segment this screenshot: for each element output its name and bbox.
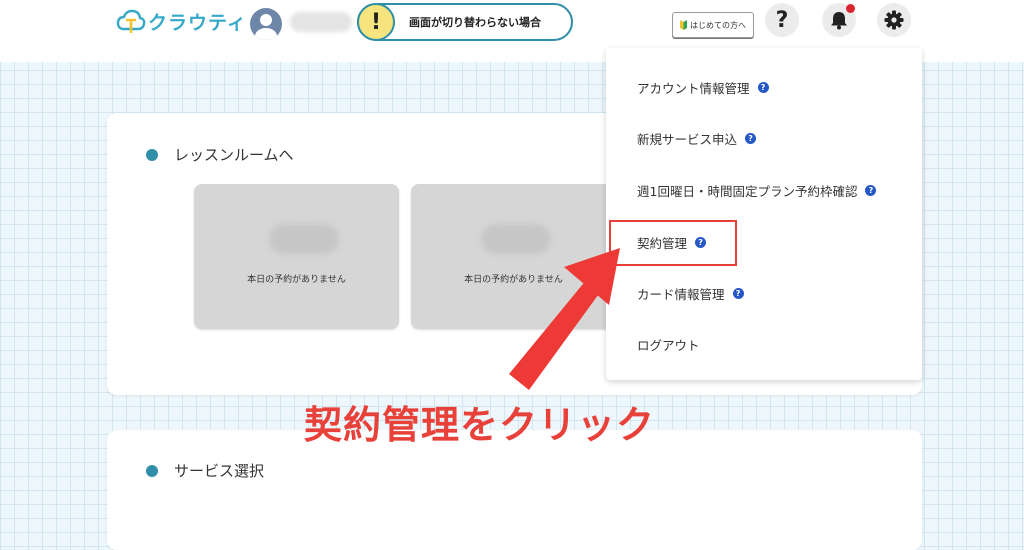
service-select-title: サービス選択 (174, 462, 265, 480)
app-logo-text: クラウティ (148, 12, 247, 34)
section-bullet (146, 148, 158, 161)
settings-dropdown-menu: アカウント情報管理 ? 新規サービス申込 ? 週1回曜日・時間固定プラン予約枠確… (606, 48, 922, 380)
menu-item-new-service[interactable]: 新規サービス申込 ? (637, 129, 757, 148)
lesson-room-title: レッスンルームへ (174, 146, 294, 164)
help-badge-icon[interactable]: ? (745, 133, 757, 144)
bell-icon (831, 12, 847, 30)
username-blurred (290, 12, 352, 32)
cloud-logo-icon (116, 9, 146, 33)
settings-button[interactable] (877, 3, 911, 37)
notification-dot (846, 4, 855, 13)
menu-item-logout[interactable]: ログアウト (637, 335, 700, 354)
menu-item-label: ログアウト (637, 338, 700, 353)
question-icon: ? (775, 7, 789, 33)
notifications-button[interactable] (822, 3, 856, 37)
help-button[interactable]: ? (765, 3, 799, 37)
app-logo[interactable]: クラウティ (116, 8, 247, 35)
menu-item-label: 新規サービス申込 (637, 132, 738, 147)
menu-item-label: アカウント情報管理 (637, 81, 750, 96)
help-badge-icon[interactable]: ? (732, 288, 744, 299)
beginner-guide-label: はじめての方へ (690, 20, 746, 30)
menu-item-label: カード情報管理 (637, 287, 725, 302)
menu-item-label: 週1回曜日・時間固定プラン予約枠確認 (637, 184, 858, 199)
help-badge-icon[interactable]: ? (757, 82, 769, 93)
menu-item-card-info[interactable]: カード情報管理 ? (637, 284, 744, 303)
lesson-room-tile[interactable]: 本日の予約がありません (194, 184, 399, 329)
lesson-room-heading: レッスンルームへ (146, 144, 294, 165)
teacher-image-blurred (269, 224, 339, 254)
beginner-guide-button[interactable]: はじめての方へ (672, 12, 754, 38)
exclamation-icon: ! (357, 3, 395, 41)
section-bullet (146, 464, 158, 477)
help-badge-icon[interactable]: ? (865, 185, 877, 196)
instruction-text: 契約管理をクリック (304, 403, 656, 447)
menu-item-weekly-plan[interactable]: 週1回曜日・時間固定プラン予約枠確認 ? (637, 181, 877, 200)
screen-not-switching-button[interactable]: ! 画面が切り替わらない場合 (357, 3, 573, 41)
red-arrow-icon (509, 248, 620, 390)
room-status: 本日の予約がありません (247, 275, 346, 285)
service-select-heading: サービス選択 (146, 460, 264, 481)
avatar[interactable] (250, 8, 282, 40)
gear-icon (884, 10, 904, 30)
beginner-mark-icon (680, 20, 687, 30)
menu-item-account-info[interactable]: アカウント情報管理 ? (637, 78, 769, 97)
notice-label: 画面が切り替わらない場合 (409, 16, 541, 29)
